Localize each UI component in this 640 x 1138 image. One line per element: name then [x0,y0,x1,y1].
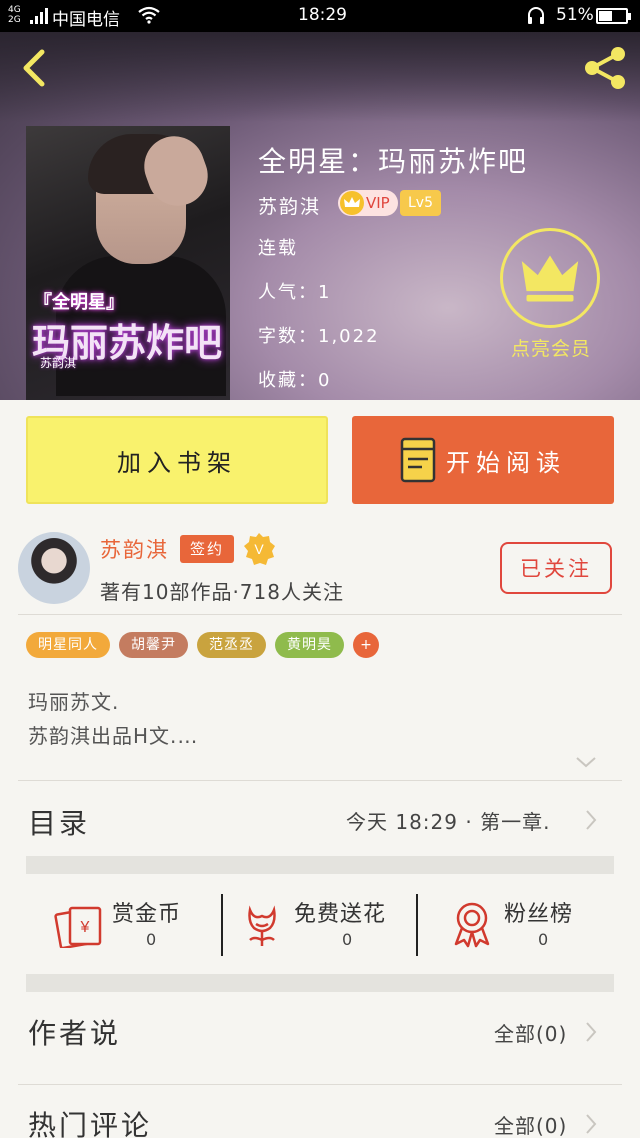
word-count: 字数：1,022 [258,326,380,347]
reward-coins-button[interactable]: ¥ 赏金币 0 [54,892,214,962]
verified-icon: V [244,533,275,565]
book-title: 全明星：玛丽苏炸吧 [258,145,529,178]
avatar[interactable] [18,532,90,604]
red-envelope-icon: ¥ [54,906,102,948]
divider [18,780,622,781]
chevron-right-icon [586,1022,597,1042]
popularity: 人气：1 [258,282,332,303]
back-arrow-icon[interactable] [14,42,54,92]
network-type: 4G 2G [8,5,21,25]
clock: 18:29 [298,5,347,25]
send-flower-button[interactable]: 免费送花 0 [242,892,412,962]
tag-chip[interactable]: 黄明昊 [275,632,344,658]
crown-icon[interactable] [500,228,600,328]
chevron-right-icon [586,1114,597,1134]
book-author[interactable]: 苏韵淇 [258,192,321,219]
author-says-all: 全部(0) [494,1022,568,1046]
status-bar: 4G 2G 中国电信 18:29 51% [0,0,640,32]
battery-icon [596,8,631,24]
member-button-label[interactable]: 点亮会员 [506,334,596,361]
start-reading-button[interactable]: 开始阅读 [352,416,614,504]
signed-badge: 签约 [180,535,235,563]
hot-comments-label: 热门评论 [28,1109,153,1138]
book-cover[interactable]: 『全明星』 玛丽苏炸吧 苏韵淇 [26,126,230,400]
section-gap [26,974,614,992]
book-description: 玛丽苏文. [28,690,120,714]
share-icon[interactable] [580,44,630,92]
section-gap [26,856,614,874]
book-description: 苏韵淇出品H文.… [28,724,199,748]
chevron-down-icon[interactable] [574,754,598,770]
svg-text:V: V [254,541,264,557]
tag-chip[interactable]: 范丞丞 [197,632,266,658]
signal-icon [30,8,48,24]
vip-badge: VIP [338,190,398,216]
flower-icon [248,905,276,946]
tag-chip[interactable]: 胡馨尹 [119,632,188,658]
tag-list: 明星同人 胡馨尹 范丞丞 黄明昊 + [26,632,379,658]
divider [416,894,418,956]
more-tags-button[interactable]: + [353,632,379,658]
author-says-label: 作者说 [28,1017,122,1050]
book-icon [400,437,436,483]
divider [18,1084,622,1085]
level-badge: Lv5 [400,190,441,216]
medal-icon [454,902,490,948]
serial-status: 连载 [258,238,298,259]
divider [18,614,622,615]
battery-percent: 51% [556,5,594,25]
follow-button[interactable]: 已关注 [500,542,612,594]
add-to-shelf-button[interactable]: 加入书架 [26,416,328,504]
chevron-right-icon [586,810,597,830]
author-stats: 著有10部作品·718人关注 [100,580,344,604]
cover-author: 苏韵淇 [40,356,77,370]
fan-ranking-button[interactable]: 粉丝榜 0 [450,892,600,962]
catalog-label: 目录 [28,807,91,840]
crown-icon [340,191,364,215]
headset-icon [528,7,544,24]
hot-comments-all: 全部(0) [494,1114,568,1138]
svg-text:¥: ¥ [80,919,90,936]
cover-subtitle: 『全明星』 [34,292,124,313]
wifi-icon [138,6,160,24]
tag-chip[interactable]: 明星同人 [26,632,110,658]
latest-chapter: 今天 18:29 · 第一章. [346,810,551,834]
author-name[interactable]: 苏韵淇 [100,534,169,564]
divider [221,894,223,956]
favorites-count: 收藏：0 [258,370,332,391]
book-header: 『全明星』 玛丽苏炸吧 苏韵淇 全明星：玛丽苏炸吧 苏韵淇 VIP Lv5 连载… [0,32,640,400]
carrier-name: 中国电信 [52,10,120,30]
